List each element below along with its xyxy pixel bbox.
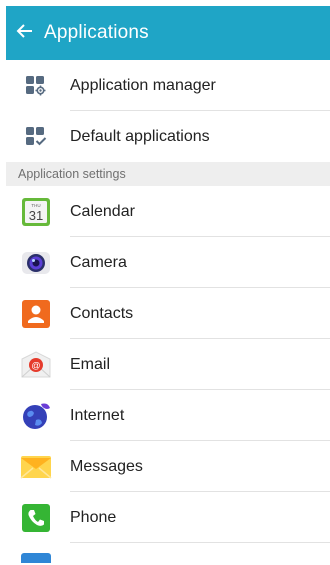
back-button[interactable]	[6, 6, 44, 60]
svg-text:@: @	[31, 360, 40, 370]
app-bar: Applications	[6, 6, 330, 60]
application-manager-label: Application manager	[70, 76, 216, 94]
section-header: Application settings	[6, 162, 330, 186]
default-apps-icon	[12, 126, 60, 148]
app-item-partial[interactable]	[6, 543, 330, 563]
app-item-internet[interactable]: Internet	[6, 390, 330, 441]
page-title: Applications	[44, 22, 149, 43]
camera-label: Camera	[70, 253, 127, 271]
app-item-messages[interactable]: Messages	[6, 441, 330, 492]
screen: Applications Application manager Default…	[6, 6, 330, 565]
app-item-calendar[interactable]: THU 31 Calendar	[6, 186, 330, 237]
app-manager-icon	[12, 75, 60, 97]
calendar-label: Calendar	[70, 202, 135, 220]
app-item-phone[interactable]: Phone	[6, 492, 330, 543]
internet-label: Internet	[70, 406, 125, 424]
app-item-contacts[interactable]: Contacts	[6, 288, 330, 339]
application-manager-item[interactable]: Application manager	[6, 60, 330, 111]
partial-app-icon	[21, 553, 51, 563]
phone-icon	[12, 503, 60, 533]
contacts-label: Contacts	[70, 304, 134, 322]
messages-icon	[12, 452, 60, 482]
email-icon: @	[12, 350, 60, 380]
email-label: Email	[70, 355, 111, 373]
app-item-email[interactable]: @ Email	[6, 339, 330, 390]
camera-icon	[12, 248, 60, 278]
svg-text:31: 31	[29, 208, 43, 223]
calendar-icon: THU 31	[12, 197, 60, 227]
phone-label: Phone	[70, 508, 117, 526]
default-applications-label: Default applications	[70, 127, 210, 145]
contacts-icon	[12, 299, 60, 329]
back-arrow-icon	[16, 22, 34, 45]
messages-label: Messages	[70, 457, 143, 475]
default-applications-item[interactable]: Default applications	[6, 111, 330, 162]
app-item-camera[interactable]: Camera	[6, 237, 330, 288]
internet-icon	[12, 400, 60, 432]
